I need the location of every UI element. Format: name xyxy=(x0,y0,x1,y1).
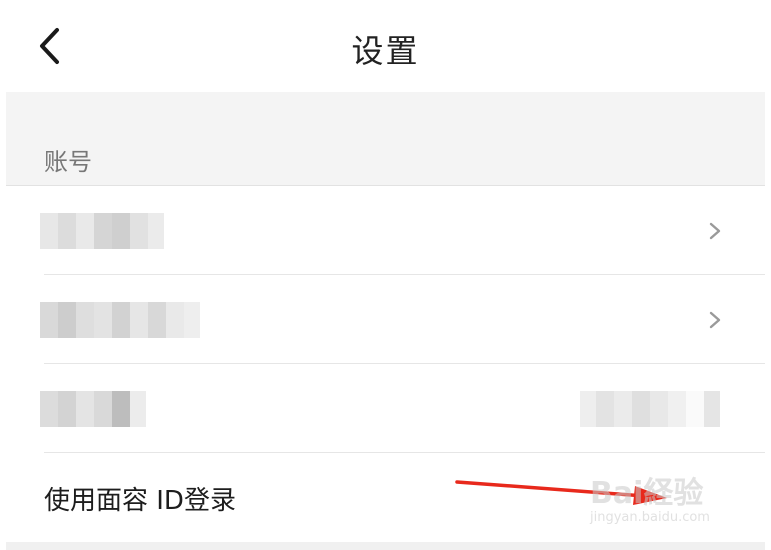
page-title: 设置 xyxy=(351,32,420,70)
face-id-login-label: 使用面容 ID登录 xyxy=(44,486,236,516)
list-bottom-divider xyxy=(6,542,765,550)
watermark: Bai経验 jingyan.baidu.com xyxy=(590,468,740,532)
redacted-text xyxy=(40,391,146,427)
chevron-right-icon xyxy=(709,311,721,329)
redacted-text xyxy=(40,302,200,338)
chevron-right-icon xyxy=(709,222,721,240)
watermark-logo: Bai経验 xyxy=(590,476,704,511)
redacted-text xyxy=(40,213,164,249)
watermark-url: jingyan.baidu.com xyxy=(590,510,710,525)
settings-row-account-3[interactable] xyxy=(6,363,765,453)
settings-row-account-2[interactable] xyxy=(6,274,765,364)
navigation-bar: 设置 xyxy=(0,0,771,92)
section-label-account: 账号 xyxy=(44,148,92,176)
redacted-value xyxy=(580,391,720,427)
section-header xyxy=(6,92,765,185)
settings-row-account-1[interactable] xyxy=(6,185,765,275)
